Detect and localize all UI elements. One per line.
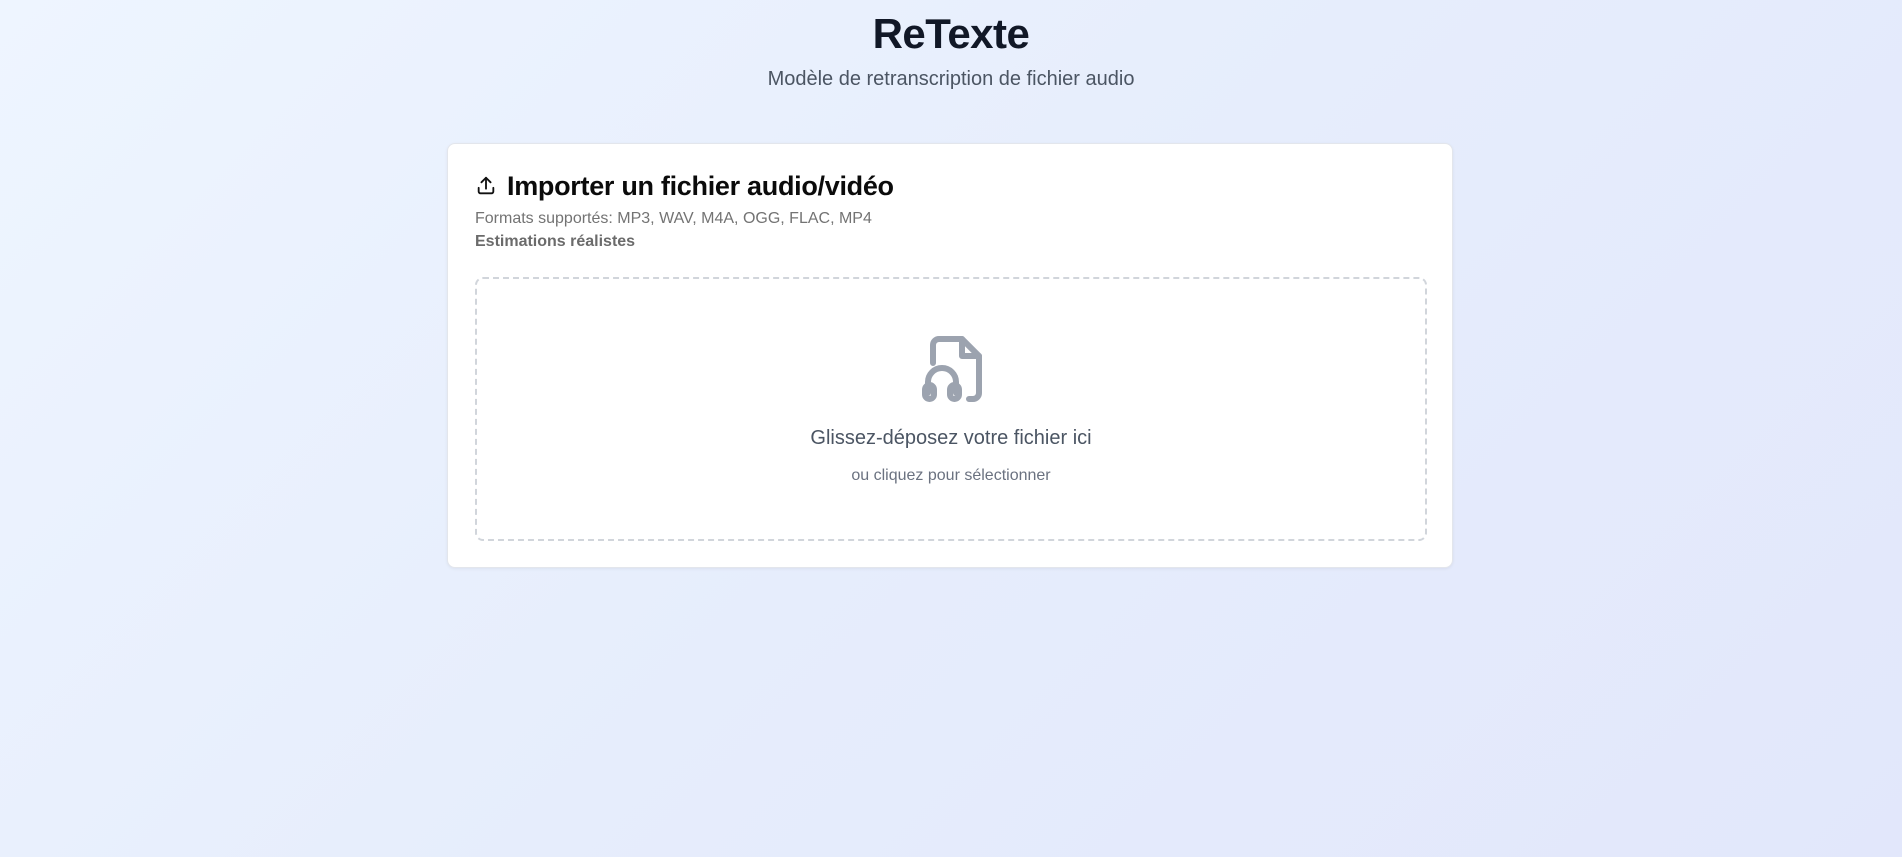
dropzone-secondary-text: ou cliquez pour sélectionner bbox=[851, 467, 1051, 484]
file-dropzone[interactable]: Glissez-déposez votre fichier ici ou cli… bbox=[475, 277, 1427, 541]
file-audio-icon bbox=[921, 335, 985, 403]
app-subtitle: Modèle de retranscription de fichier aud… bbox=[767, 68, 1135, 90]
estimation-note: Estimations réalistes bbox=[475, 233, 636, 250]
upload-icon bbox=[475, 175, 497, 197]
upload-card: Importer un fichier audio/vidéo Formats … bbox=[447, 143, 1453, 568]
page-header: ReTexte Modèle de retranscription de fic… bbox=[0, 0, 1902, 91]
upload-card-header: Importer un fichier audio/vidéo Formats … bbox=[475, 169, 894, 252]
upload-card-title-row: Importer un fichier audio/vidéo bbox=[475, 169, 894, 203]
upload-card-title: Importer un fichier audio/vidéo bbox=[507, 170, 894, 201]
supported-formats-text: Formats supportés: MP3, WAV, M4A, OGG, F… bbox=[475, 210, 872, 227]
dropzone-primary-text: Glissez-déposez votre fichier ici bbox=[810, 427, 1092, 449]
app-title: ReTexte bbox=[872, 10, 1030, 57]
